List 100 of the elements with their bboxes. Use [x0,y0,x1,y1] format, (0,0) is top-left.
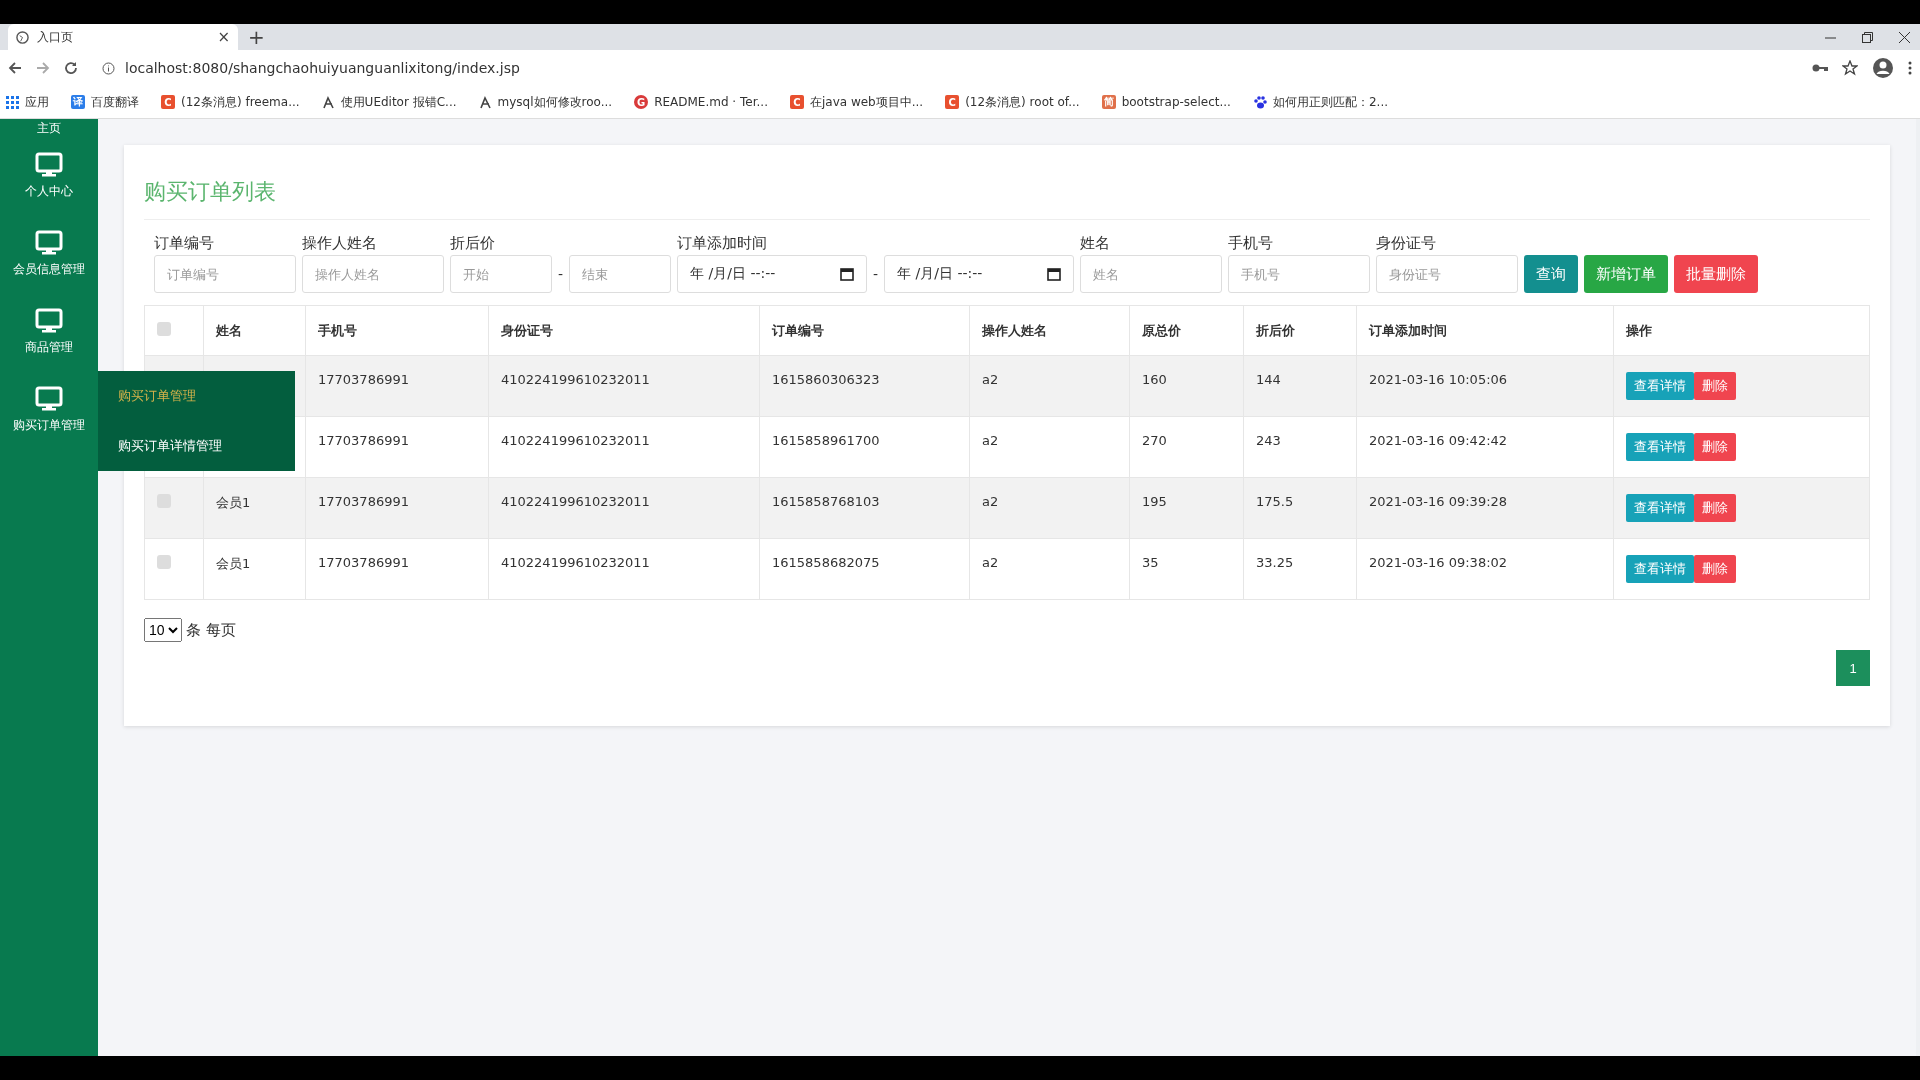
restore-icon[interactable] [1862,31,1873,43]
details-button[interactable]: 查看详情 [1626,372,1694,400]
date-field[interactable]: 年 /月/日 --:-- [884,255,1075,293]
bookmark[interactable]: (12条消息) freema... [181,93,300,111]
page-size-label: 条 每页 [186,620,236,640]
delete-button[interactable]: 删除 [1694,494,1736,522]
bookmark-icon[interactable]: C [161,95,175,109]
calendar-icon[interactable] [840,267,855,281]
table-cell: 2021-03-16 10:05:06 [1356,355,1614,417]
submenu-item[interactable]: 购买订单管理 [98,371,295,421]
table-cell: 17703786991 [305,416,489,478]
table-cell: 2021-03-16 09:38:02 [1356,538,1614,600]
apps-icon[interactable] [6,95,19,109]
table-cell: 2021-03-16 09:39:28 [1356,477,1614,539]
input-field[interactable]: 操作人姓名 [302,255,444,293]
delete-button[interactable]: 删除 [1694,555,1736,583]
table-cell: 35 [1129,538,1244,600]
delete-button[interactable]: 删除 [1694,372,1736,400]
add-button[interactable]: 新增订单 [1584,255,1669,293]
details-button[interactable]: 查看详情 [1626,555,1694,583]
delete-button[interactable]: 删除 [1694,433,1736,461]
input-field[interactable]: 订单编号 [154,255,296,293]
monitor-icon [35,230,63,255]
page-button[interactable]: 1 [1836,650,1870,686]
bookmark[interactable]: 如何用正则匹配：2... [1272,93,1388,111]
menu-icon[interactable] [1908,60,1912,76]
column-header: 操作人姓名 [969,305,1130,356]
table-cell: 410224199610232011 [488,477,760,539]
details-button[interactable]: 查看详情 [1626,494,1694,522]
bookmark-icon[interactable] [321,95,335,109]
bookmark[interactable]: 在java web项目中... [809,93,924,111]
input-field[interactable]: 姓名 [1080,255,1223,293]
sidebar-item[interactable]: 商品管理 [25,339,73,356]
bookmark[interactable]: 应用 [25,93,49,111]
table-cell: 410224199610232011 [488,416,760,478]
bookmark[interactable]: mysql如何修改roo... [497,93,613,111]
input-field[interactable]: 身份证号 [1376,255,1519,293]
tab-title[interactable]: 入口页 [37,28,210,46]
table-cell: 1615860306323 [759,355,970,417]
account-icon[interactable] [1872,57,1894,79]
sidebar-item[interactable]: 购买订单管理 [13,417,85,434]
page-title: 购买订单列表 [144,165,1870,220]
bookmark-icon[interactable]: C [789,95,804,109]
input-field[interactable]: 开始 [450,255,552,293]
page-size-select[interactable]: 10 [144,618,182,642]
info-icon[interactable] [102,61,115,75]
column-header: 订单添加时间 [1356,305,1614,356]
key-icon[interactable] [1812,63,1828,73]
filter-label: 手机号 [1228,234,1275,253]
paw-icon[interactable] [1252,95,1267,109]
checkbox[interactable] [157,322,171,336]
delete-button[interactable]: 批量删除 [1674,255,1759,293]
details-button[interactable]: 查看详情 [1626,433,1694,461]
bookmark[interactable]: (12条消息) root of... [965,93,1080,111]
table-cell: 195 [1129,477,1244,539]
search-button[interactable]: 查询 [1524,255,1579,293]
bookmark-icon[interactable]: C [945,95,960,109]
calendar-icon[interactable] [1047,267,1062,281]
table-cell: 410224199610232011 [488,538,760,600]
sidebar-item[interactable]: 主页 [37,120,61,137]
bookmark-icon[interactable]: G [634,95,649,109]
table-cell: 243 [1243,416,1357,478]
table-cell: 会员1 [203,477,306,539]
date-field[interactable]: 年 /月/日 --:-- [677,255,868,293]
checkbox[interactable] [157,555,171,569]
close-tab-button[interactable]: × [217,28,230,46]
bookmark[interactable]: 百度翻译 [91,93,139,111]
table-cell: a2 [969,477,1130,539]
table-cell: a2 [969,416,1130,478]
bookmark[interactable]: 使用UEditor 报错C... [340,93,457,111]
bookmark-icon[interactable] [478,95,492,109]
reload-icon[interactable] [64,61,78,75]
back-icon[interactable] [8,61,22,75]
bookmark[interactable]: README.md · Ter... [654,95,768,109]
sidebar-item[interactable]: 个人中心 [25,183,73,200]
input-field[interactable]: 手机号 [1228,255,1371,293]
bookmark[interactable]: bootstrap-select... [1121,95,1231,109]
star-icon[interactable] [1842,60,1858,76]
table-cell: 175.5 [1243,477,1357,539]
column-header: 操作 [1613,305,1870,356]
table-cell: 270 [1129,416,1244,478]
close-icon[interactable] [1899,31,1910,43]
monitor-icon [35,152,63,177]
filter-label: 订单编号 [154,234,215,253]
submenu-item[interactable]: 购买订单详情管理 [98,421,295,471]
new-tab-button[interactable]: + [248,27,265,47]
range-separator: - [558,266,564,282]
table-cell: 144 [1243,355,1357,417]
column-header: 手机号 [305,305,489,356]
table-cell: 1615858961700 [759,416,970,478]
table-cell: 1615858682075 [759,538,970,600]
monitor-icon [35,308,63,333]
filter-label: 操作人姓名 [302,234,378,253]
bookmark-icon[interactable]: 简 [1101,95,1116,109]
bookmark-icon[interactable]: 译 [71,95,85,109]
table-cell: 17703786991 [305,477,489,539]
sidebar-item[interactable]: 会员信息管理 [13,261,85,278]
table-cell: 17703786991 [305,355,489,417]
input-field[interactable]: 结束 [569,255,672,293]
address-bar[interactable]: localhost:8080/shangchaohuiyuanguanlixitong/index.jsp [125,60,520,76]
